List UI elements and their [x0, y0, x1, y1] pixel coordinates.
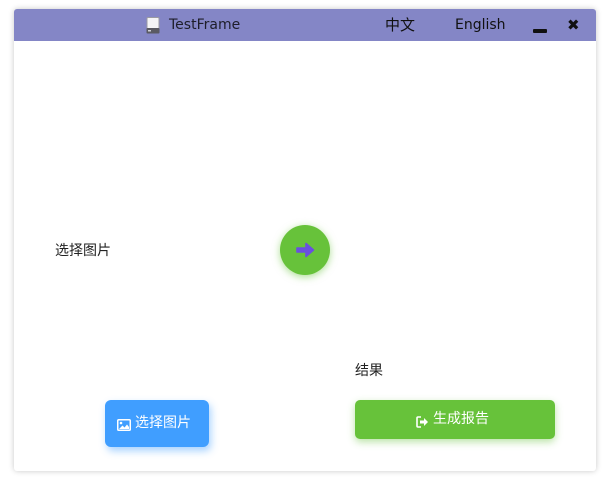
image-icon [117, 416, 131, 435]
language-english-button[interactable]: English [455, 16, 506, 34]
select-image-label: 选择图片 [55, 243, 111, 259]
close-icon: ✖ [567, 16, 580, 34]
minimize-button[interactable] [526, 17, 554, 37]
generate-report-button[interactable]: 生成报告 [355, 400, 555, 439]
next-button[interactable] [280, 225, 330, 275]
app-window: TestFrame 中文 English ✖ 选择图片 结果 选择图片 生成报告 [14, 9, 596, 471]
generate-report-button-label: 生成报告 [433, 411, 489, 427]
result-label: 结果 [355, 363, 383, 379]
select-image-button-label: 选择图片 [135, 415, 191, 431]
select-image-button[interactable]: 选择图片 [105, 400, 209, 447]
window-title: TestFrame [169, 17, 241, 33]
close-button[interactable]: ✖ [567, 16, 587, 36]
title-bar[interactable]: TestFrame 中文 English ✖ [14, 9, 596, 41]
arrow-right-icon [296, 242, 315, 258]
sign-out-icon [416, 413, 429, 432]
drive-icon [146, 17, 160, 34]
minimize-icon [533, 29, 547, 33]
language-chinese-button[interactable]: 中文 [385, 16, 415, 34]
